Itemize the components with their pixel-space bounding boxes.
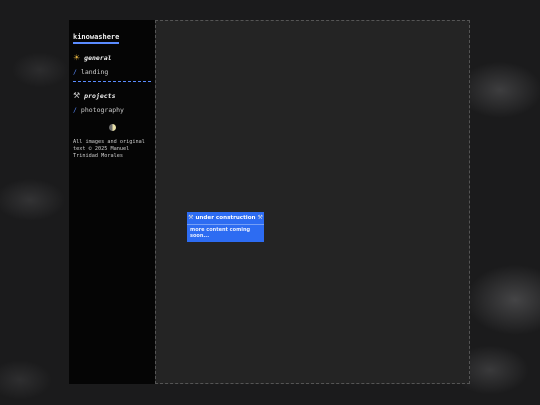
- sidebar: kinowashere ☀ general / landing ⚒ project…: [69, 20, 155, 384]
- nav-slash: /: [73, 106, 77, 114]
- section-heading-projects: projects: [84, 91, 116, 100]
- site-title[interactable]: kinowashere: [73, 33, 120, 44]
- notice-subtitle: more content coming soon...: [187, 224, 264, 242]
- nav-slash: /: [73, 68, 77, 76]
- under-construction-banner: ⚒ under construction ⚒ more content comi…: [187, 212, 264, 242]
- section-heading-general: general: [84, 53, 112, 62]
- nav-link-label: photography: [80, 106, 124, 114]
- hammer-wrench-icon: ⚒: [73, 91, 81, 100]
- sun-icon: ☀: [73, 53, 81, 62]
- nav-section-projects: ⚒ projects: [73, 91, 155, 100]
- nav-link-photography[interactable]: / photography: [73, 106, 155, 114]
- main-content: ⚒ under construction ⚒ more content comi…: [155, 20, 470, 384]
- half-moon-icon[interactable]: [109, 124, 116, 131]
- hammer-wrench-icon: ⚒: [188, 214, 194, 221]
- sidebar-divider: [73, 81, 151, 82]
- page-frame: kinowashere ☀ general / landing ⚒ project…: [69, 20, 470, 384]
- notice-title: under construction: [195, 214, 256, 221]
- notice-title-row: ⚒ under construction ⚒: [187, 212, 264, 224]
- footer-copyright: All images and original text © 2025 Manu…: [73, 139, 145, 159]
- nav-link-label: landing: [80, 68, 109, 76]
- nav-section-general: ☀ general: [73, 53, 155, 62]
- nav-link-landing[interactable]: / landing: [73, 68, 155, 76]
- hammer-wrench-icon: ⚒: [257, 214, 263, 221]
